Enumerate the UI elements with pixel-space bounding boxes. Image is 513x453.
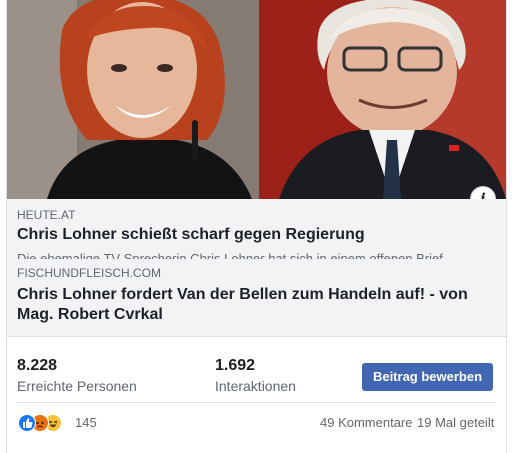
link-domain: FISCHUNDFLEISCH.COM xyxy=(17,266,162,280)
link-title-line-2[interactable]: Mag. Robert Cvrkal xyxy=(17,306,163,324)
link-preview-1[interactable]: HEUTE.AT Chris Lohner schießt scharf geg… xyxy=(7,199,506,260)
link-preview-image[interactable] xyxy=(7,0,506,199)
shares-count[interactable]: 19 Mal geteilt xyxy=(417,415,494,430)
man-portrait xyxy=(259,0,506,199)
woman-portrait xyxy=(7,0,259,199)
boost-post-button[interactable]: Beitrag bewerben xyxy=(362,363,493,391)
link-title-line-1[interactable]: Chris Lohner fordert Van der Bellen zum … xyxy=(17,286,468,304)
post-card: i HEUTE.AT Chris Lohner schießt scharf g… xyxy=(6,0,507,453)
woman-portrait-illustration xyxy=(7,0,259,199)
divider xyxy=(17,402,496,403)
engagement-label: Interaktionen xyxy=(215,378,296,394)
comments-count[interactable]: 49 Kommentare xyxy=(320,415,413,430)
man-portrait-illustration xyxy=(259,0,506,199)
engagement-value: 1.692 xyxy=(215,357,256,374)
link-domain: HEUTE.AT xyxy=(17,208,76,222)
link-title[interactable]: Chris Lohner schießt scharf gegen Regier… xyxy=(17,226,365,244)
reaction-count[interactable]: 145 xyxy=(75,415,97,430)
like-icon xyxy=(18,414,36,432)
reach-value: 8.228 xyxy=(17,357,58,374)
link-preview-2[interactable]: FISCHUNDFLEISCH.COM Chris Lohner fordert… xyxy=(7,259,506,337)
reach-label: Erreichte Personen xyxy=(17,378,137,394)
